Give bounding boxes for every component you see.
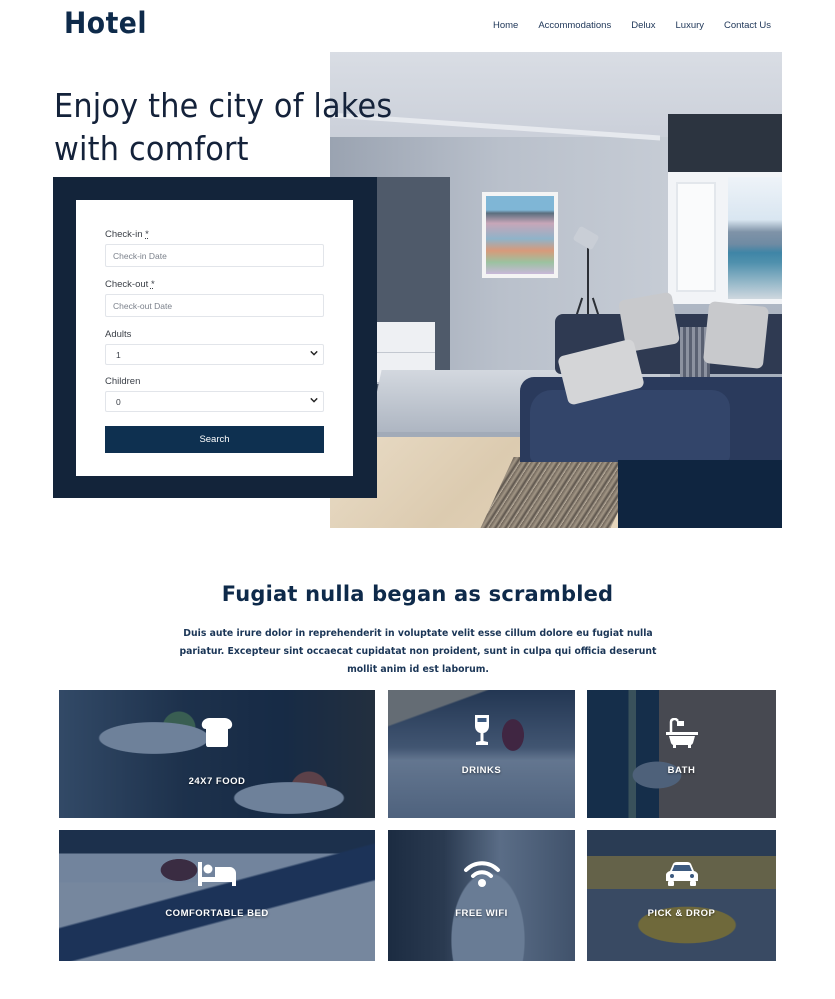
amenity-label: PICK & DROP xyxy=(647,908,716,919)
tile-overlay xyxy=(587,830,776,961)
section-description: Duis aute irure dolor in reprehenderit i… xyxy=(179,628,657,675)
nav-accommodations[interactable]: Accommodations xyxy=(538,20,611,31)
painting-canvas xyxy=(486,196,554,274)
search-button[interactable]: Search xyxy=(105,426,324,453)
nav-home[interactable]: Home xyxy=(493,20,518,31)
photo-window-top xyxy=(668,114,782,176)
chevron-down-icon xyxy=(310,350,318,356)
checkout-label: Check-out * xyxy=(105,279,324,290)
adults-label: Adults xyxy=(105,329,132,340)
bread-icon xyxy=(201,718,233,747)
tile-overlay xyxy=(59,690,375,818)
amenity-label: 24X7 FOOD xyxy=(188,776,246,787)
amenity-label: FREE WIFI xyxy=(455,908,508,919)
amenity-tile-pick-drop[interactable]: PICK & DROP xyxy=(587,830,776,961)
photo-window-view xyxy=(728,177,782,299)
nav-contact-us[interactable]: Contact Us xyxy=(724,20,771,31)
nav-delux[interactable]: Delux xyxy=(631,20,655,31)
amenity-tile-food[interactable]: 24X7 FOOD xyxy=(59,690,375,818)
wine-glass-icon xyxy=(474,715,489,745)
photo-pillow xyxy=(702,301,770,369)
required-mark: * xyxy=(145,229,149,240)
checkin-date-input[interactable] xyxy=(105,244,324,267)
amenity-tile-bath[interactable]: BATH xyxy=(587,690,776,818)
amenity-tile-drinks[interactable]: DRINKS xyxy=(388,690,575,818)
decor-navy-block xyxy=(618,460,782,528)
amenity-label: DRINKS xyxy=(461,765,502,776)
hero-title-line1: Enjoy the city of lakes xyxy=(54,86,393,125)
booking-form: Check-in * Check-out * Adults 1 Children… xyxy=(76,200,353,476)
tile-overlay xyxy=(59,830,375,961)
photo-painting xyxy=(482,192,558,278)
tile-overlay xyxy=(587,690,776,818)
bed-icon xyxy=(198,862,236,886)
amenity-label: COMFORTABLE BED xyxy=(165,908,269,919)
photo-window-pane xyxy=(676,182,716,292)
amenity-tile-bed[interactable]: COMFORTABLE BED xyxy=(59,830,375,961)
children-label: Children xyxy=(105,376,141,387)
logo[interactable]: Hotel xyxy=(64,6,147,40)
checkout-label-text: Check-out xyxy=(105,279,149,290)
photo-window xyxy=(668,172,782,304)
amenity-label: BATH xyxy=(667,765,696,776)
amenity-tile-wifi[interactable]: FREE WIFI xyxy=(388,830,575,961)
tile-overlay xyxy=(388,690,575,818)
children-value: 0 xyxy=(116,397,121,407)
section-title: Fugiat nulla began as scrambled xyxy=(221,582,614,606)
checkin-label: Check-in * xyxy=(105,229,324,240)
children-select[interactable]: 0 xyxy=(105,391,324,412)
hero-title: Enjoy the city of lakes with comfort xyxy=(54,84,392,170)
nav-luxury[interactable]: Luxury xyxy=(676,20,705,31)
required-mark: * xyxy=(150,279,155,290)
car-icon xyxy=(665,862,698,886)
wifi-icon xyxy=(463,861,500,887)
hero-image xyxy=(330,52,782,528)
adults-select[interactable]: 1 xyxy=(105,344,324,365)
chevron-down-icon xyxy=(310,397,318,403)
hero-title-line2: with comfort xyxy=(54,129,249,168)
adults-value: 1 xyxy=(116,350,121,360)
bath-icon xyxy=(665,718,698,748)
main-nav: Home Accommodations Delux Luxury Contact… xyxy=(493,20,791,31)
checkout-date-input[interactable] xyxy=(105,294,324,317)
checkin-label-text: Check-in xyxy=(105,229,143,240)
tile-overlay xyxy=(388,830,575,961)
photo-sofa-arm xyxy=(530,390,730,462)
